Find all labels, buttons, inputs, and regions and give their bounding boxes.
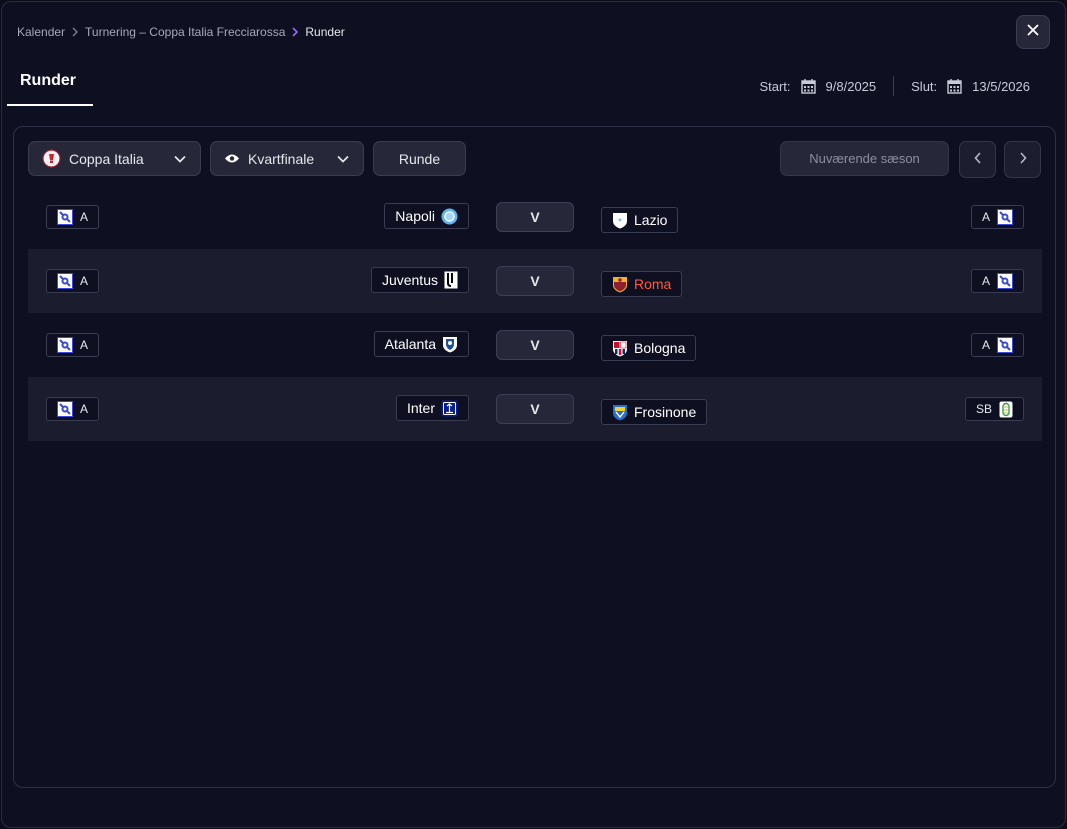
inter-crest-icon [441, 400, 458, 417]
home-league-badge: A [46, 269, 100, 293]
frosinone-crest-icon [612, 404, 628, 421]
roma-crest-icon [612, 276, 628, 293]
competition-label: Coppa Italia [69, 150, 144, 167]
away-league-badge: A [970, 269, 1024, 293]
chevron-down-icon [337, 155, 349, 163]
start-label: Start: [759, 78, 791, 94]
breadcrumb-current: Runder [305, 25, 345, 39]
chevron-right-icon [71, 27, 79, 37]
match-row[interactable]: A Inter V Frosinone SB [28, 377, 1042, 441]
away-team-name: Roma [634, 276, 672, 292]
home-team-name: Napoli [395, 208, 435, 224]
match-row[interactable]: A Napoli V Lazio A [28, 185, 1042, 249]
away-team-name: Bologna [634, 340, 686, 356]
chevron-right-icon [1019, 151, 1027, 169]
end-date[interactable]: 13/5/2026 [972, 79, 1030, 94]
serie-b-icon [999, 401, 1013, 418]
round-button-label: Runde [398, 150, 441, 167]
home-team[interactable]: Napoli [384, 203, 469, 229]
end-label: Slut: [911, 78, 938, 94]
match-row[interactable]: A Juventus V Roma A [28, 249, 1042, 313]
stage-label: Kvartfinale [248, 150, 315, 167]
away-team-name: Lazio [634, 212, 668, 228]
juventus-crest-icon [444, 271, 458, 289]
next-button[interactable] [1004, 141, 1041, 178]
home-team-name: Atalanta [384, 336, 436, 352]
away-league-label: SB [975, 402, 992, 416]
home-league-badge: A [46, 205, 100, 229]
away-team[interactable]: Roma [601, 271, 683, 297]
match-vs-button[interactable]: V [496, 202, 574, 232]
calendar-icon [800, 78, 816, 94]
home-league-label: A [80, 210, 89, 224]
divider [893, 76, 895, 96]
round-button[interactable]: Runde [373, 141, 466, 176]
current-season-button[interactable]: Nuværende sæson [780, 141, 949, 176]
previous-button[interactable] [959, 141, 996, 178]
home-team-name: Juventus [381, 272, 438, 288]
close-button[interactable] [1016, 15, 1050, 49]
toolbar: Coppa Italia Kvartfinale Runde Nuværende… [28, 141, 1041, 178]
serie-a-icon [997, 209, 1013, 225]
away-league-badge: A [970, 205, 1024, 229]
chevron-right-icon [291, 27, 299, 37]
rounds-modal: Kalender Turnering – Coppa Italia Frecci… [1, 1, 1066, 828]
chevron-left-icon [973, 151, 982, 169]
date-range: Start: 9/8/2025 Slut: 13/5/2026 [759, 76, 1030, 96]
home-league-label: A [80, 338, 89, 352]
home-team[interactable]: Inter [395, 395, 469, 421]
competition-dropdown[interactable]: Coppa Italia [28, 141, 201, 176]
home-team-name: Inter [406, 400, 435, 416]
home-league-label: A [80, 274, 89, 288]
away-team[interactable]: Frosinone [601, 399, 708, 425]
napoli-crest-icon [441, 208, 458, 225]
away-league-badge: SB [964, 397, 1024, 421]
serie-a-icon [997, 273, 1013, 289]
away-league-label: A [981, 210, 990, 224]
home-league-badge: A [46, 333, 100, 357]
start-date[interactable]: 9/8/2025 [826, 79, 877, 94]
bologna-crest-icon [612, 340, 628, 357]
home-team[interactable]: Atalanta [373, 331, 469, 357]
match-row[interactable]: A Atalanta V Bologna A [28, 313, 1042, 377]
current-season-label: Nuværende sæson [809, 151, 920, 166]
calendar-icon [947, 78, 962, 94]
serie-a-icon [57, 337, 73, 353]
chevron-down-icon [174, 155, 186, 163]
tab-label: Runder [20, 72, 76, 89]
match-vs-button[interactable]: V [496, 266, 574, 296]
match-vs-button[interactable]: V [496, 394, 574, 424]
away-team[interactable]: Bologna [601, 335, 697, 361]
rounds-panel: Coppa Italia Kvartfinale Runde Nuværende… [13, 126, 1056, 788]
stage-dropdown[interactable]: Kvartfinale [210, 141, 364, 176]
home-league-badge: A [46, 397, 100, 421]
serie-a-icon [57, 209, 73, 225]
tab-underline [7, 104, 93, 106]
breadcrumb: Kalender Turnering – Coppa Italia Frecci… [17, 25, 345, 39]
match-vs-button[interactable]: V [496, 330, 574, 360]
away-league-label: A [981, 274, 990, 288]
serie-a-icon [57, 273, 73, 289]
home-team[interactable]: Juventus [370, 267, 469, 293]
eye-icon [224, 153, 240, 164]
atalanta-crest-icon [442, 336, 458, 353]
breadcrumb-kalender[interactable]: Kalender [17, 25, 65, 39]
away-league-badge: A [970, 333, 1024, 357]
serie-a-icon [57, 401, 73, 417]
away-league-label: A [981, 338, 990, 352]
close-icon [1027, 23, 1039, 41]
match-list: A Napoli V Lazio A A Juventus V Roma A A… [28, 185, 1042, 441]
away-team-name: Frosinone [634, 404, 697, 420]
breadcrumb-tournament[interactable]: Turnering – Coppa Italia Frecciarossa [85, 25, 285, 39]
tab-runder[interactable]: Runder [7, 66, 93, 106]
lazio-crest-icon [612, 212, 628, 229]
coppa-italia-logo-icon [42, 149, 61, 168]
away-team[interactable]: Lazio [601, 207, 679, 233]
serie-a-icon [997, 337, 1013, 353]
home-league-label: A [80, 402, 89, 416]
